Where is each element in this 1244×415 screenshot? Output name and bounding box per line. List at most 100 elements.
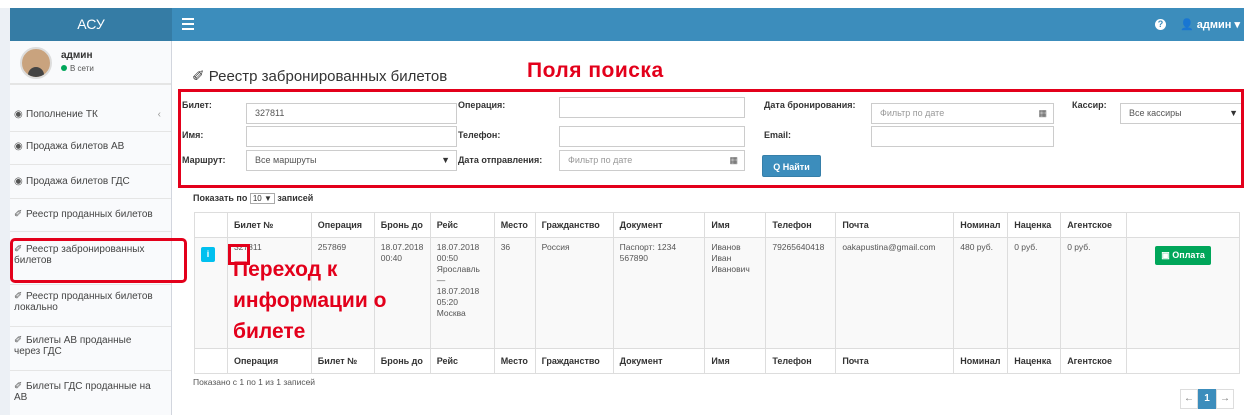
page-1-button[interactable]: 1 bbox=[1198, 389, 1216, 409]
sidebar-item-gds-on-av[interactable]: ✐ Билеты ГДС проданные на АВ bbox=[10, 381, 171, 403]
phone-cell: 79265640418 bbox=[765, 237, 837, 349]
info-annotation-text: Переход к информации о билете bbox=[233, 258, 387, 343]
col-header-7[interactable]: Документ bbox=[612, 212, 706, 238]
email-input[interactable] bbox=[871, 126, 1054, 147]
sidebar-item-av-via-gds[interactable]: ✐ Билеты АВ проданные через ГДС bbox=[10, 335, 171, 357]
sidebar-item-label: Билеты АВ проданные bbox=[26, 335, 132, 346]
col-header-2[interactable]: Операция bbox=[310, 212, 375, 238]
foot-col-header-9[interactable]: Телефон bbox=[765, 348, 837, 374]
foot-col-header-1[interactable]: Операция bbox=[226, 348, 312, 374]
find-button-label: Найти bbox=[782, 162, 810, 172]
name-input[interactable] bbox=[246, 126, 457, 147]
sidebar-item-sold-local[interactable]: ✐ Реестр проданных билетов локально bbox=[10, 291, 171, 313]
foot-col-header-7[interactable]: Документ bbox=[612, 348, 706, 374]
booking-date-placeholder: Фильтр по дате bbox=[880, 108, 945, 118]
foot-col-header-3[interactable]: Бронь до bbox=[373, 348, 431, 374]
next-page-button[interactable]: → bbox=[1216, 389, 1234, 409]
page-title: ✐ Реестр забронированных билетов bbox=[192, 67, 447, 85]
foot-col-header-12[interactable]: Наценка bbox=[1007, 348, 1062, 374]
col-header-5[interactable]: Место bbox=[493, 212, 536, 238]
cashier-select[interactable]: Все кассиры ▼ bbox=[1120, 103, 1244, 124]
calendar-icon[interactable]: ▦ bbox=[1038, 104, 1047, 123]
ticket-input[interactable]: 327811 bbox=[246, 103, 457, 124]
agent-fee-cell: 0 руб. bbox=[1060, 237, 1128, 349]
page-size-control: Показать по 10 ▼ записей bbox=[193, 193, 313, 204]
help-icon[interactable]: ? bbox=[1154, 19, 1166, 30]
user-panel: админ В сети bbox=[10, 41, 171, 84]
top-strip bbox=[0, 0, 1244, 8]
sidebar-item-label: Реестр проданных билетов bbox=[26, 209, 153, 220]
info-button[interactable]: i bbox=[201, 247, 215, 262]
pencil-icon: ✐ bbox=[192, 68, 205, 85]
document-cell: Паспорт: 1234 567890 bbox=[612, 237, 706, 349]
divider bbox=[10, 84, 171, 85]
pencil-icon: ✐ bbox=[14, 381, 23, 392]
col-header-13[interactable]: Агентское bbox=[1060, 212, 1128, 238]
page-title-text: Реестр забронированных билетов bbox=[208, 68, 448, 85]
seat-cell: 36 bbox=[493, 237, 536, 349]
col-header-14 bbox=[1126, 212, 1240, 238]
pay-button-label: Оплата bbox=[1172, 250, 1205, 260]
menu-toggle-icon[interactable] bbox=[182, 18, 194, 30]
divider bbox=[10, 131, 171, 132]
depart-date-label: Дата отправления: bbox=[458, 155, 543, 165]
sidebar-item-label-2: АВ bbox=[14, 392, 28, 403]
calendar-icon[interactable]: ▦ bbox=[729, 151, 738, 170]
col-header-8[interactable]: Имя bbox=[704, 212, 767, 238]
prev-page-button[interactable]: ← bbox=[1180, 389, 1198, 409]
col-header-6[interactable]: Гражданство bbox=[534, 212, 614, 238]
online-dot-icon bbox=[61, 65, 67, 71]
booking-date-label: Дата бронирования: bbox=[764, 100, 856, 110]
foot-col-header-10[interactable]: Почта bbox=[835, 348, 955, 374]
col-header-9[interactable]: Телефон bbox=[765, 212, 837, 238]
foot-col-header-5[interactable]: Место bbox=[493, 348, 536, 374]
caret-down-icon: ▼ bbox=[1229, 108, 1238, 118]
search-annotation: Поля поиска bbox=[527, 59, 664, 82]
col-header-10[interactable]: Почта bbox=[835, 212, 955, 238]
divider bbox=[10, 284, 171, 285]
col-header-12[interactable]: Наценка bbox=[1007, 212, 1062, 238]
depart-date-input[interactable]: Фильтр по дате ▦ bbox=[559, 150, 745, 171]
foot-col-header-4[interactable]: Рейс bbox=[429, 348, 495, 374]
col-header-3[interactable]: Бронь до bbox=[373, 212, 431, 238]
sidebar-item-booked-registry[interactable]: ✐ Реестр забронированных билетов bbox=[10, 244, 171, 266]
table-header-row: Билет № Операция Бронь до Рейс Место Гражданс… bbox=[194, 212, 1240, 238]
route-select[interactable]: Все маршруты ▼ bbox=[246, 150, 457, 171]
find-button[interactable]: Q Найти bbox=[762, 155, 821, 177]
pagination: ← 1 → bbox=[1180, 389, 1234, 409]
foot-col-header-6[interactable]: Гражданство bbox=[534, 348, 614, 374]
trip-cell: 18.07.2018 00:50 Ярославль — 18.07.2018 … bbox=[429, 237, 495, 349]
divider bbox=[10, 164, 171, 165]
user-menu[interactable]: 👤 админ ▾ bbox=[1180, 18, 1240, 31]
foot-col-header-14 bbox=[1126, 348, 1240, 374]
chevron-left-icon: ‹ bbox=[157, 109, 161, 120]
foot-col-header-2[interactable]: Билет № bbox=[310, 348, 375, 374]
sidebar-item-sold-registry[interactable]: ✐ Реестр проданных билетов bbox=[10, 209, 171, 220]
depart-date-placeholder: Фильтр по дате bbox=[568, 155, 633, 165]
operation-input[interactable] bbox=[559, 97, 745, 118]
col-header-4[interactable]: Рейс bbox=[429, 212, 495, 238]
foot-col-header-13[interactable]: Агентское bbox=[1060, 348, 1128, 374]
info-annotation: Переход к информации о билете bbox=[233, 254, 393, 347]
col-header-1[interactable]: Билет № bbox=[226, 212, 312, 238]
markup-cell: 0 руб. bbox=[1007, 237, 1062, 349]
pay-button[interactable]: ▣ Оплата bbox=[1155, 246, 1211, 265]
navbar-right: ? 👤 админ ▾ bbox=[1154, 8, 1240, 41]
show-suffix: записей bbox=[277, 193, 314, 203]
name-cell: Иванов Иван Иванович bbox=[704, 237, 767, 349]
foot-col-header-8[interactable]: Имя bbox=[704, 348, 767, 374]
app-logo[interactable]: АСУ bbox=[10, 8, 172, 41]
show-prefix: Показать по bbox=[193, 193, 248, 203]
sidebar-item-sell-gds[interactable]: ◉ Продажа билетов ГДС bbox=[10, 176, 171, 187]
cashier-label: Кассир: bbox=[1072, 100, 1107, 110]
col-header-0 bbox=[194, 212, 228, 238]
phone-input[interactable] bbox=[559, 126, 745, 147]
booking-date-input[interactable]: Фильтр по дате ▦ bbox=[871, 103, 1054, 124]
page-size-select[interactable]: 10 ▼ bbox=[249, 193, 275, 204]
sidebar-item-topup[interactable]: ◉ Пополнение ТК ‹ bbox=[10, 109, 171, 120]
foot-col-header-11[interactable]: Номинал bbox=[953, 348, 1009, 374]
sidebar-item-sell-av[interactable]: ◉ Продажа билетов АВ bbox=[10, 141, 171, 152]
pencil-icon: ✐ bbox=[14, 209, 23, 220]
col-header-11[interactable]: Номинал bbox=[953, 212, 1009, 238]
sidebar-item-label: Реестр забронированных bbox=[26, 244, 145, 255]
